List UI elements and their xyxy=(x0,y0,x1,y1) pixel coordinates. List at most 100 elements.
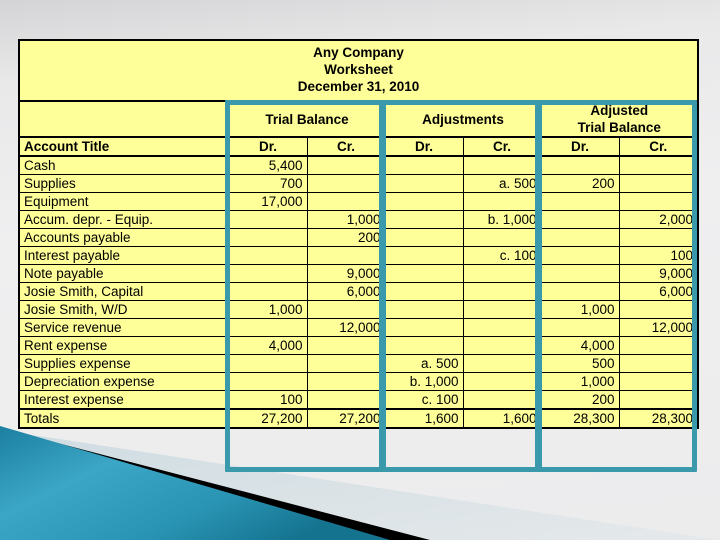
cell-tb-cr xyxy=(306,354,386,373)
accounting-worksheet-table: Any Company Worksheet December 31, 2010 … xyxy=(18,39,699,429)
cell-totals-adj-dr: 1,600 xyxy=(384,408,464,428)
cell-adj-cr xyxy=(462,336,542,355)
cell-account: Interest expense xyxy=(19,390,230,410)
cell-adj-dr xyxy=(384,264,464,283)
cell-atb-cr xyxy=(618,354,699,373)
cell-adj-cr xyxy=(462,390,542,410)
slide-decoration xyxy=(0,426,720,540)
cell-adj-cr: b. 1,000 xyxy=(462,210,542,229)
group-header-row: Trial Balance Adjustments Adjusted Trial… xyxy=(19,101,699,138)
cell-account: Supplies xyxy=(19,174,230,193)
cell-account: Service revenue xyxy=(19,318,230,337)
table-row: Josie Smith, W/D 1,000 1,000 xyxy=(19,300,699,319)
cell-adj-cr xyxy=(462,372,542,391)
column-header-adj-cr: Cr. xyxy=(462,137,542,157)
cell-tb-cr: 9,000 xyxy=(306,264,386,283)
cell-totals-atb-dr: 28,300 xyxy=(540,408,620,428)
cell-atb-dr xyxy=(540,264,620,283)
table-row: Interest expense 100 c. 100 200 xyxy=(19,390,699,410)
cell-tb-cr xyxy=(306,372,386,391)
cell-tb-cr: 12,000 xyxy=(306,318,386,337)
cell-account: Accounts payable xyxy=(19,228,230,247)
cell-totals-atb-cr: 28,300 xyxy=(618,408,699,428)
column-header-tb-dr: Dr. xyxy=(228,137,308,157)
cell-atb-cr xyxy=(618,336,699,355)
cell-account: Supplies expense xyxy=(19,354,230,373)
cell-tb-dr xyxy=(228,354,308,373)
cell-atb-cr xyxy=(618,228,699,247)
cell-tb-cr xyxy=(306,390,386,410)
worksheet-title-cell: Any Company Worksheet December 31, 2010 xyxy=(19,40,698,102)
worksheet-table-container: Any Company Worksheet December 31, 2010 … xyxy=(18,39,699,472)
slide-canvas: Any Company Worksheet December 31, 2010 … xyxy=(0,0,720,540)
cell-atb-cr: 9,000 xyxy=(618,264,699,283)
cell-atb-cr: 100 xyxy=(618,246,699,265)
cell-adj-cr xyxy=(462,300,542,319)
cell-adj-cr xyxy=(462,155,542,175)
cell-tb-dr xyxy=(228,264,308,283)
cell-totals-tb-cr: 27,200 xyxy=(306,408,386,428)
cell-atb-cr: 2,000 xyxy=(618,210,699,229)
company-name: Any Company xyxy=(313,45,404,60)
cell-tb-cr xyxy=(306,155,386,175)
cell-atb-dr xyxy=(540,246,620,265)
table-row: Interest payable c. 100 100 xyxy=(19,246,699,265)
table-row: Depreciation expense b. 1,000 1,000 xyxy=(19,372,699,391)
cell-tb-dr xyxy=(228,318,308,337)
cell-adj-dr xyxy=(384,228,464,247)
cell-account: Rent expense xyxy=(19,336,230,355)
cell-adj-dr xyxy=(384,336,464,355)
column-header-account-title: Account Title xyxy=(19,137,230,157)
cell-adj-dr xyxy=(384,155,464,175)
cell-tb-dr: 17,000 xyxy=(228,192,308,211)
cell-adj-cr xyxy=(462,192,542,211)
cell-tb-cr: 200 xyxy=(306,228,386,247)
cell-atb-cr xyxy=(618,390,699,410)
cell-atb-cr xyxy=(618,155,699,175)
table-row: Rent expense 4,000 4,000 xyxy=(19,336,699,355)
cell-adj-dr xyxy=(384,300,464,319)
statement-name: Worksheet xyxy=(324,62,393,77)
table-row: Josie Smith, Capital 6,000 6,000 xyxy=(19,282,699,301)
cell-adj-cr xyxy=(462,282,542,301)
cell-atb-cr: 6,000 xyxy=(618,282,699,301)
cell-adj-cr xyxy=(462,264,542,283)
cell-atb-dr: 1,000 xyxy=(540,300,620,319)
group-header-trial-balance: Trial Balance xyxy=(228,101,386,138)
cell-tb-dr: 5,400 xyxy=(228,155,308,175)
group-header-adjusted-line1: Adjusted xyxy=(590,103,649,118)
cell-atb-dr: 1,000 xyxy=(540,372,620,391)
cell-tb-dr xyxy=(228,282,308,301)
cell-adj-dr xyxy=(384,192,464,211)
cell-adj-dr xyxy=(384,246,464,265)
cell-tb-cr: 6,000 xyxy=(306,282,386,301)
cell-adj-cr: a. 500 xyxy=(462,174,542,193)
cell-atb-cr: 12,000 xyxy=(618,318,699,337)
cell-adj-dr xyxy=(384,282,464,301)
cell-tb-dr: 700 xyxy=(228,174,308,193)
cell-tb-cr xyxy=(306,246,386,265)
table-row: Accum. depr. - Equip. 1,000 b. 1,000 2,0… xyxy=(19,210,699,229)
table-row: Equipment 17,000 xyxy=(19,192,699,211)
cell-tb-dr: 4,000 xyxy=(228,336,308,355)
cell-account: Accum. depr. - Equip. xyxy=(19,210,230,229)
table-row: Service revenue 12,000 12,000 xyxy=(19,318,699,337)
cell-adj-cr xyxy=(462,318,542,337)
cell-atb-dr: 4,000 xyxy=(540,336,620,355)
cell-tb-cr xyxy=(306,192,386,211)
group-header-adjustments: Adjustments xyxy=(384,101,542,138)
cell-adj-dr: a. 500 xyxy=(384,354,464,373)
cell-tb-dr xyxy=(228,372,308,391)
cell-atb-cr xyxy=(618,300,699,319)
cell-tb-dr xyxy=(228,210,308,229)
cell-totals-label: Totals xyxy=(19,408,230,428)
cell-adj-dr: c. 100 xyxy=(384,390,464,410)
cell-tb-cr: 1,000 xyxy=(306,210,386,229)
cell-atb-dr: 500 xyxy=(540,354,620,373)
cell-tb-dr xyxy=(228,228,308,247)
cell-adj-cr: c. 100 xyxy=(462,246,542,265)
cell-tb-dr: 100 xyxy=(228,390,308,410)
cell-tb-dr: 1,000 xyxy=(228,300,308,319)
cell-account: Equipment xyxy=(19,192,230,211)
cell-tb-cr xyxy=(306,174,386,193)
